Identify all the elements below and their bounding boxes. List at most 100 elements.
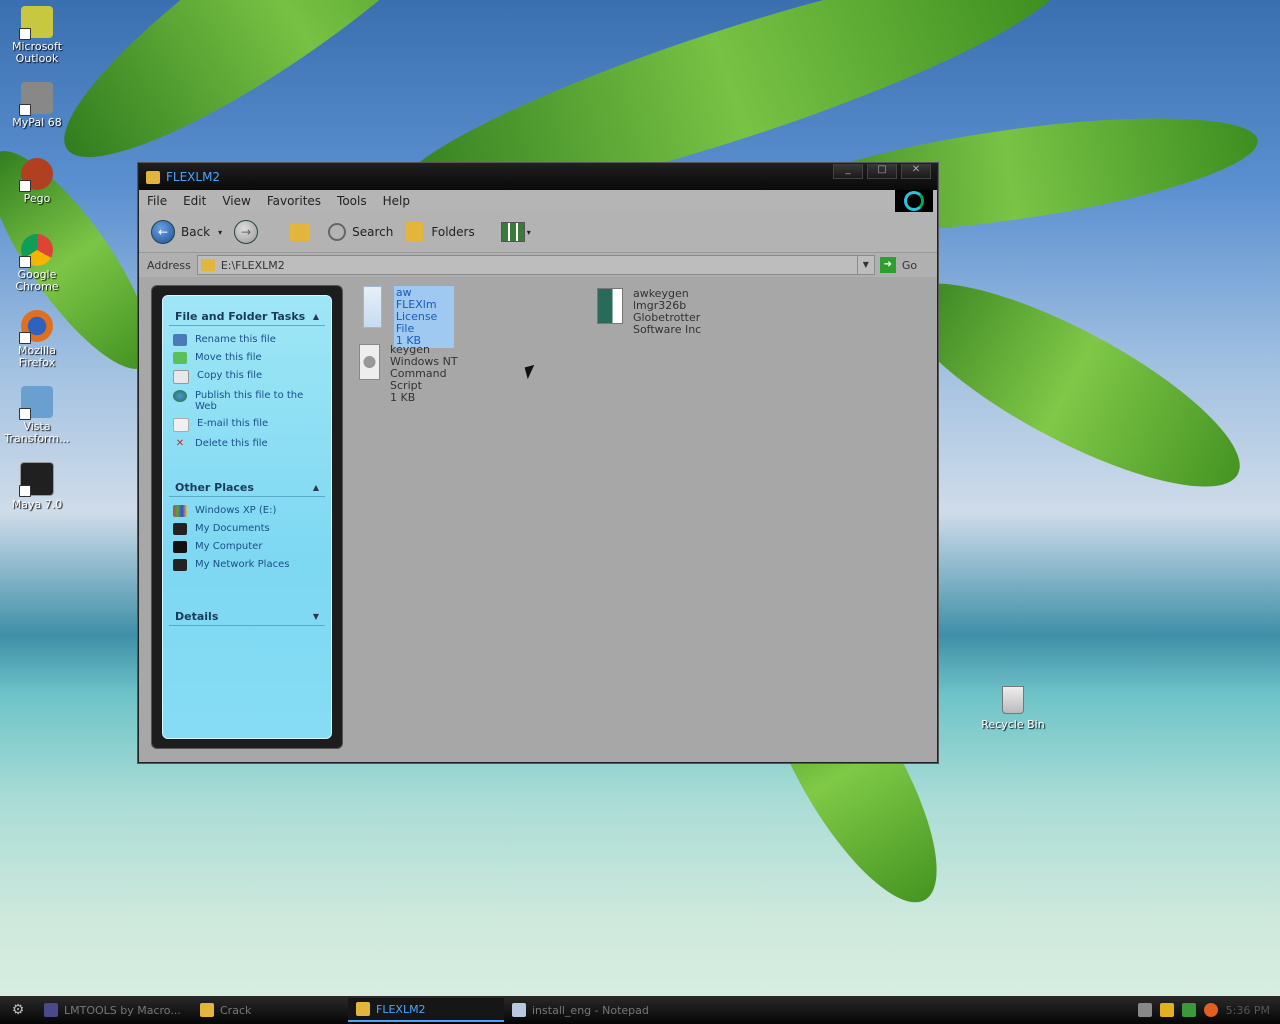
taskbar: ⚙ LMTOOLS by Macro... Crack FLEXLM2 inst… [0,996,1280,1024]
back-button[interactable]: ← Back ▾ [151,220,222,244]
start-gear-icon: ⚙ [11,1002,25,1018]
forward-button[interactable]: → [234,220,264,244]
network-icon[interactable] [1181,1003,1196,1017]
taskbar-label: FLEXLM2 [376,1002,426,1016]
file-company: Globetrotter Software Inc [632,311,702,336]
publish-icon [173,390,187,402]
details-header[interactable]: Details ▼ [169,580,325,626]
address-bar: Address E:\FLEXLM2 ▼ ➜ Go [139,252,937,277]
task-email-file[interactable]: E-mail this file [163,415,331,435]
back-label: Back [181,225,211,239]
minimize-button[interactable]: _ [833,164,863,179]
task-publish-file[interactable]: Publish this file to the Web [163,387,331,415]
desktop-icon-chrome[interactable]: Google Chrome [0,234,74,293]
desktop-icon-label: Microsoft Outlook [11,40,63,65]
computer-icon [173,541,187,553]
outlook-icon [19,6,53,40]
network-icon [173,559,187,571]
start-button[interactable]: ⚙ [0,996,36,1024]
close-button[interactable]: ✕ [901,164,931,179]
taskbar-label: install_eng - Notepad [532,1003,649,1017]
collapse-chevron-icon[interactable]: ▲ [313,483,319,492]
desktop-icon-label: Recycle Bin [981,718,1045,731]
title-bar[interactable]: FLEXLM2 _ □ ✕ [139,164,937,190]
email-icon [173,418,189,432]
task-label: Publish this file to the Web [195,390,304,412]
taskbar-item-notepad[interactable]: install_eng - Notepad [504,999,660,1021]
search-icon[interactable] [1203,1003,1218,1017]
place-label: My Network Places [195,559,290,570]
search-button[interactable]: Search [328,223,393,241]
clock[interactable]: 5:36 PM [1226,1004,1270,1017]
go-button[interactable]: ➜ Go [879,257,918,273]
keyboard-icon[interactable] [1137,1003,1152,1017]
section-title: Details [175,610,219,623]
desktop-icon-label: Google Chrome [15,268,59,293]
taskbar-item-lmtools[interactable]: LMTOOLS by Macro... [36,999,192,1021]
taskbar-label: Crack [220,1003,252,1017]
folders-button[interactable]: Folders [405,222,475,242]
go-label: Go [901,258,918,272]
menu-tools[interactable]: Tools [329,194,375,208]
notepad-icon [512,1003,526,1017]
search-icon [328,223,347,241]
expand-chevron-icon[interactable]: ▼ [313,612,319,621]
other-places-header[interactable]: Other Places ▲ [169,459,325,497]
desktop-icon-recycle-bin[interactable]: Recycle Bin [976,686,1050,731]
place-label: Windows XP (E:) [195,505,277,516]
delete-icon: ✕ [175,438,185,449]
folder-icon [146,170,160,184]
desktop-icon-firefox[interactable]: Mozilla Firefox [0,310,74,369]
address-path: E:\FLEXLM2 [220,258,285,272]
task-label: Copy this file [197,370,263,381]
task-rename-file[interactable]: Rename this file [163,331,331,349]
folders-icon [405,222,424,242]
address-dropdown-icon[interactable]: ▼ [856,256,874,274]
place-my-documents[interactable]: My Documents [163,520,331,538]
file-item-keygen[interactable]: keygen Windows NT Command Script 1 KB [359,344,468,404]
desktop-icon-outlook[interactable]: Microsoft Outlook [0,6,74,65]
collapse-chevron-icon[interactable]: ▲ [313,312,319,321]
desktop-icon-mypal[interactable]: MyPal 68 [0,82,74,129]
taskbar-item-flexlm2[interactable]: FLEXLM2 [348,998,504,1022]
taskbar-item-crack[interactable]: Crack [192,999,348,1021]
address-input[interactable]: E:\FLEXLM2 ▼ [196,255,875,275]
place-label: My Documents [195,523,270,534]
back-dropdown-icon[interactable]: ▾ [218,228,222,237]
file-item-aw[interactable]: aw FLEXlm License File 1 KB [363,286,455,348]
window-title: FLEXLM2 [166,170,221,184]
views-button[interactable]: ▾ [500,222,531,242]
task-delete-file[interactable]: ✕ Delete this file [163,435,331,453]
toolbar: ← Back ▾ → Search Folders ▾ [139,212,937,252]
up-folder-icon [290,223,311,241]
file-size: 1 KB [390,391,416,404]
menu-favorites[interactable]: Favorites [259,194,329,208]
desktop-icon-vista-transform[interactable]: Vista Transform... [0,386,74,445]
search-label: Search [352,225,394,239]
menu-edit[interactable]: Edit [175,194,214,208]
file-folder-tasks-header[interactable]: File and Folder Tasks ▲ [169,296,325,326]
menu-help[interactable]: Help [375,194,418,208]
task-move-file[interactable]: Move this file [163,349,331,367]
task-copy-file[interactable]: Copy this file [163,367,331,387]
place-my-network-places[interactable]: My Network Places [163,556,331,574]
lmtools-icon [44,1003,58,1017]
menu-view[interactable]: View [214,194,258,208]
desktop-icon-pego[interactable]: Pego [0,158,74,205]
menu-bar: File Edit View Favorites Tools Help [139,190,937,212]
maximize-button[interactable]: □ [867,164,897,179]
explorer-window[interactable]: FLEXLM2 _ □ ✕ File Edit View Favorites T… [138,163,938,763]
up-folder-button[interactable] [290,223,311,241]
file-item-awkeygen[interactable]: awkeygen lmgr326b Globetrotter Software … [597,288,716,336]
shield-icon[interactable] [1159,1003,1174,1017]
place-windows-xp-drive[interactable]: Windows XP (E:) [163,502,331,520]
file-label: awkeygen lmgr326b Globetrotter Software … [633,288,716,336]
mypal-icon [19,82,53,116]
desktop-icon-maya[interactable]: Maya 7.0 [0,462,74,511]
place-my-computer[interactable]: My Computer [163,538,331,556]
activity-throbber [895,190,933,212]
file-label: aw FLEXlm License File 1 KB [393,286,455,348]
pego-icon [19,158,53,192]
menu-file[interactable]: File [139,194,175,208]
forward-arrow-icon: → [234,220,259,244]
